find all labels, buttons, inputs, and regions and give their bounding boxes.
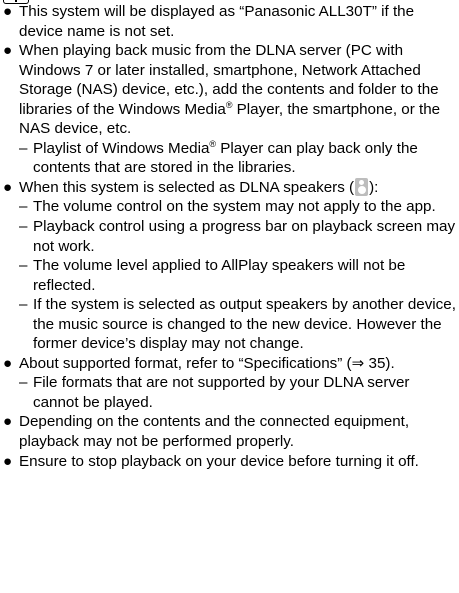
note-text: Depending on the contents and the connec… [19, 413, 410, 451]
dash-icon: – [19, 296, 28, 314]
notes-list: ● This system will be displayed as “Pana… [0, 2, 459, 471]
sub-note-text: Playlist of Windows Media® Player can pl… [33, 139, 459, 178]
sub-list-item: – File formats that are not supported by… [0, 373, 459, 412]
list-item: ● Depending on the contents and the conn… [0, 412, 459, 451]
list-item: ● When this system is selected as DLNA s… [0, 177, 459, 198]
sub-list-item: – Playback control using a progress bar … [0, 217, 459, 256]
bullet-icon: ● [3, 354, 13, 372]
list-item: ● When playing back music from the DLNA … [0, 41, 459, 139]
sub-list-item: – Playlist of Windows Media® Player can … [0, 139, 459, 178]
sub-list-item: – The volume control on the system may n… [0, 197, 459, 217]
bullet-icon: ● [3, 413, 13, 431]
note-text: When this system is selected as DLNA spe… [19, 177, 459, 198]
note-text: Ensure to stop playback on your device b… [19, 452, 419, 470]
sub-note-text: File formats that are not supported by y… [33, 374, 410, 411]
dash-icon: – [19, 218, 28, 236]
dash-icon: – [19, 257, 28, 275]
bullet-icon: ● [3, 42, 13, 60]
dash-icon: – [19, 139, 28, 157]
list-item: ● About supported format, refer to “Spec… [0, 354, 459, 374]
list-item: ● Ensure to stop playback on your device… [0, 452, 459, 472]
sub-note-text: If the system is selected as output spea… [33, 296, 456, 353]
list-item: ● This system will be displayed as “Pana… [0, 2, 459, 41]
speaker-icon [355, 177, 369, 196]
note-text-part: ): [369, 178, 379, 196]
note-text-part: When this system is selected as DLNA spe… [19, 178, 355, 196]
sub-note-text: The volume control on the system may not… [33, 198, 436, 216]
note-text: This system will be displayed as “Panaso… [19, 3, 415, 40]
manual-page: ● This system will be displayed as “Pana… [0, 0, 459, 593]
sub-note-text: The volume level applied to AllPlay spea… [33, 257, 406, 294]
bullet-icon: ● [3, 452, 13, 470]
note-text-part: Playlist of Windows Media [33, 139, 210, 157]
bullet-icon: ● [3, 3, 13, 20]
sub-list-item: – If the system is selected as output sp… [0, 295, 459, 354]
dash-icon: – [19, 374, 28, 392]
dash-icon: – [19, 198, 28, 216]
sub-note-text: Playback control using a progress bar on… [33, 218, 456, 255]
sub-list-item: – The volume level applied to AllPlay sp… [0, 256, 459, 295]
note-text: When playing back music from the DLNA se… [19, 41, 459, 139]
note-text: About supported format, refer to “Specif… [19, 354, 395, 372]
bullet-icon: ● [3, 178, 13, 196]
